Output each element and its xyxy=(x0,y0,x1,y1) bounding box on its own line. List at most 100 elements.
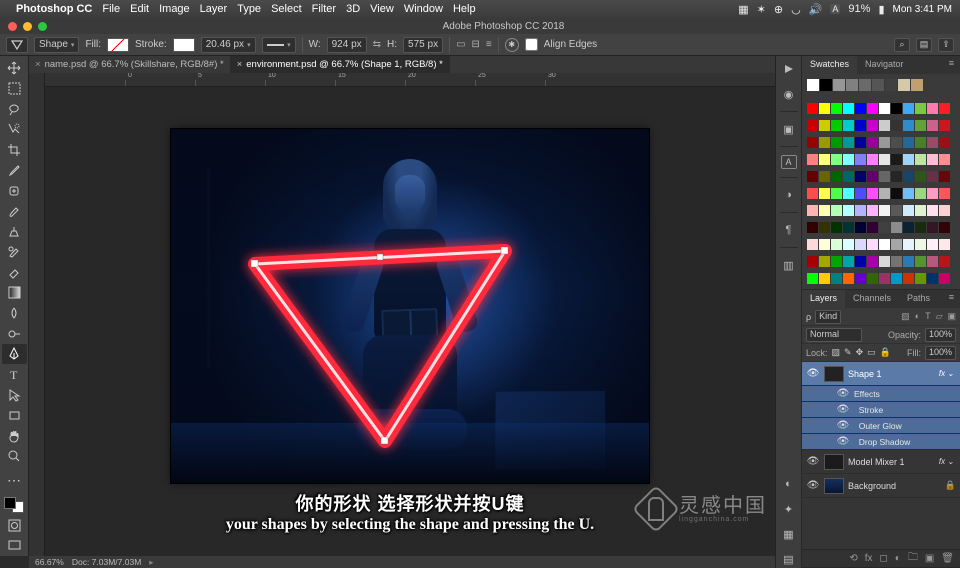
swatch[interactable] xyxy=(903,188,914,199)
swatch[interactable] xyxy=(807,137,818,148)
swatch[interactable] xyxy=(843,222,854,233)
swatch[interactable] xyxy=(867,103,878,114)
swatch[interactable] xyxy=(807,120,818,131)
swatch[interactable] xyxy=(915,205,926,216)
width-input[interactable]: 924 px xyxy=(327,37,367,53)
menu-image[interactable]: Image xyxy=(159,3,190,15)
healing-brush-tool[interactable] xyxy=(2,181,27,201)
blend-mode-dropdown[interactable]: Normal xyxy=(806,328,862,342)
swatch[interactable] xyxy=(819,137,830,148)
menu-3d[interactable]: 3D xyxy=(346,3,360,15)
swatch[interactable] xyxy=(891,154,902,165)
swatch[interactable] xyxy=(855,188,866,199)
swatch[interactable] xyxy=(843,239,854,250)
swatch[interactable] xyxy=(879,256,890,267)
filter-adjust-icon[interactable]: ◐ xyxy=(915,311,920,322)
path-align-icon[interactable]: ⊟ xyxy=(472,39,480,50)
layer-fx-icon[interactable]: fx xyxy=(865,553,873,564)
document-tab[interactable]: ×environment.psd @ 66.7% (Shape 1, RGB/8… xyxy=(231,56,450,73)
stroke-swatch[interactable] xyxy=(173,38,195,52)
swatch[interactable] xyxy=(831,205,842,216)
dodge-tool[interactable] xyxy=(2,323,27,343)
menu-clock[interactable]: Mon 3:41 PM xyxy=(893,4,952,15)
lock-all-icon[interactable]: 🔒 xyxy=(880,347,891,358)
swatch[interactable] xyxy=(879,273,890,284)
close-tab-icon[interactable]: × xyxy=(237,59,243,70)
swatch[interactable] xyxy=(855,103,866,114)
filter-smart-icon[interactable]: ▣ xyxy=(947,311,956,322)
lock-transparency-icon[interactable]: ▨ xyxy=(832,347,841,358)
swatch[interactable] xyxy=(843,205,854,216)
layer-name[interactable]: Model Mixer 1 xyxy=(848,457,905,467)
swatch[interactable] xyxy=(855,273,866,284)
swatch[interactable] xyxy=(927,154,938,165)
swatch[interactable] xyxy=(867,137,878,148)
libraries-panel-icon[interactable]: ▥ xyxy=(779,256,799,274)
swatch[interactable] xyxy=(831,188,842,199)
gradient-tool[interactable] xyxy=(2,283,27,303)
swatch[interactable] xyxy=(843,256,854,267)
swatch[interactable] xyxy=(807,154,818,165)
horizontal-ruler[interactable]: 0 5 10 15 20 25 30 xyxy=(45,73,775,87)
paths-tab[interactable]: Paths xyxy=(899,290,938,308)
eyedropper-tool[interactable] xyxy=(2,160,27,180)
swatch[interactable] xyxy=(819,188,830,199)
swatch[interactable] xyxy=(831,273,842,284)
swatch[interactable] xyxy=(843,120,854,131)
swatch[interactable] xyxy=(939,137,950,148)
swatch[interactable] xyxy=(807,171,818,182)
swatch[interactable] xyxy=(891,239,902,250)
panel-menu-icon[interactable]: ≡ xyxy=(943,290,960,308)
swatch[interactable] xyxy=(855,154,866,165)
quick-mask-toggle[interactable] xyxy=(2,515,27,535)
swatch[interactable] xyxy=(891,171,902,182)
swatch[interactable] xyxy=(927,256,938,267)
visibility-toggle-icon[interactable]: 👁 xyxy=(836,420,850,431)
swatch[interactable] xyxy=(927,273,938,284)
swatch[interactable] xyxy=(807,188,818,199)
swatch[interactable] xyxy=(820,79,832,91)
edit-toolbar-icon[interactable]: ⋯ xyxy=(2,470,27,490)
menu-help[interactable]: Help xyxy=(453,3,476,15)
history-brush-tool[interactable] xyxy=(2,242,27,262)
swatch[interactable] xyxy=(807,79,819,91)
swatch[interactable] xyxy=(898,79,910,91)
anchor-point[interactable] xyxy=(251,260,258,267)
swatch[interactable] xyxy=(855,256,866,267)
swatch[interactable] xyxy=(927,171,938,182)
lock-position-icon[interactable]: ✥ xyxy=(856,347,864,358)
swatch[interactable] xyxy=(867,171,878,182)
swatch[interactable] xyxy=(939,103,950,114)
swatch[interactable] xyxy=(867,120,878,131)
battery-icon[interactable]: ▮ xyxy=(878,3,884,16)
lock-pixels-icon[interactable]: ✎ xyxy=(844,347,852,358)
swatch[interactable] xyxy=(855,137,866,148)
actions-play-icon[interactable] xyxy=(779,60,799,78)
swatch[interactable] xyxy=(879,205,890,216)
history-panel-icon[interactable]: ▣ xyxy=(779,120,799,138)
visibility-toggle-icon[interactable]: 👁 xyxy=(806,368,820,379)
layer-effect-item[interactable]: 👁 Stroke xyxy=(802,402,960,418)
swatch[interactable] xyxy=(819,273,830,284)
menu-window[interactable]: Window xyxy=(404,3,443,15)
swatch[interactable] xyxy=(879,103,890,114)
swatch[interactable] xyxy=(855,222,866,233)
visibility-toggle-icon[interactable]: 👁 xyxy=(836,436,850,447)
swatch[interactable] xyxy=(903,273,914,284)
hand-tool[interactable] xyxy=(2,426,27,446)
swatch[interactable] xyxy=(891,103,902,114)
align-edges-checkbox[interactable] xyxy=(525,38,538,51)
swatch[interactable] xyxy=(915,239,926,250)
canvas-viewport[interactable]: 你的形状 选择形状并按U键 your shapes by selecting t… xyxy=(45,87,775,556)
character-panel-icon[interactable]: A xyxy=(781,155,797,169)
swatch[interactable] xyxy=(843,188,854,199)
layer-effects-header[interactable]: 👁Effects xyxy=(802,386,960,402)
layer-row[interactable]: 👁Background🔒 xyxy=(802,474,960,498)
swatch[interactable] xyxy=(891,120,902,131)
swatch[interactable] xyxy=(879,222,890,233)
delete-layer-icon[interactable]: 🗑 xyxy=(941,553,954,564)
visibility-toggle-icon[interactable]: 👁 xyxy=(806,456,820,467)
status-tray-icon[interactable]: ✶ xyxy=(757,3,766,16)
swatch[interactable] xyxy=(831,120,842,131)
new-layer-icon[interactable]: ▣ xyxy=(925,553,934,564)
